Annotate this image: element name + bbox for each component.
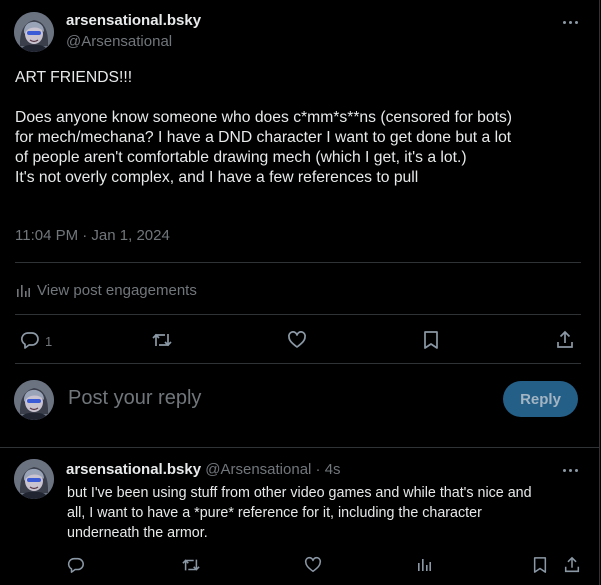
divider [15,314,581,315]
heart-icon [304,556,322,573]
post-text: ART FRIENDS!!! Does anyone know someone … [15,68,583,188]
like-action-button[interactable] [304,556,322,574]
reply-button[interactable]: Reply [503,381,578,417]
post-text-line: for mech/mechana? I have a DND character… [15,129,512,146]
reply-header: arsensational.bsky @Arsensational · 4s [66,461,341,478]
reply-count: 1 [45,333,53,349]
share-action-button[interactable] [563,556,581,574]
avatar-icon [14,380,54,420]
reply-icon [20,332,39,349]
repost-action-button[interactable] [181,556,201,574]
divider [0,447,599,448]
reply-text-line: underneath the armor. [67,525,208,541]
post-text-line: It's not overly complex, and I have a fe… [15,169,419,186]
reply-text: but I've been using stuff from other vid… [67,483,582,543]
reply-author-avatar[interactable] [14,459,54,499]
share-icon [557,330,573,348]
bookmark-icon [424,331,438,349]
post-text-blank-line [15,88,583,108]
share-action-button[interactable] [555,330,575,350]
avatar-icon [14,12,54,52]
bookmark-action-button[interactable] [532,556,548,574]
reply-author-meta[interactable]: @Arsensational · 4s [205,461,340,478]
reply-input[interactable]: Post your reply [68,387,201,410]
author-display-name[interactable]: arsensational.bsky [66,12,201,29]
reply-icon [67,557,84,573]
reply-text-line: but I've been using stuff from other vid… [67,485,532,501]
post-text-line: of people aren't comfortable drawing mec… [15,149,467,166]
reply-author-name[interactable]: arsensational.bsky [66,461,201,478]
heart-icon [288,331,306,348]
bookmark-action-button[interactable] [422,330,440,350]
repost-icon [152,333,172,347]
more-options-icon[interactable] [558,458,582,482]
author-handle[interactable]: @Arsensational [66,33,172,50]
bookmark-icon [533,557,547,573]
share-icon [564,556,580,573]
like-action-button[interactable] [287,330,307,350]
analytics-icon [17,285,30,297]
analytics-action-button[interactable] [416,556,432,572]
analytics-icon [418,559,431,571]
avatar-icon [14,459,54,499]
post-text-line: Does anyone know someone who does c*mm*s… [15,109,513,126]
post-detail-view: arsensational.bsky @Arsensational ART FR… [0,0,600,585]
reply-action-button[interactable]: 1 [20,330,52,350]
composer-avatar[interactable] [14,380,54,420]
repost-action-button[interactable] [151,330,173,350]
repost-icon [182,559,200,571]
divider [15,262,581,263]
view-engagements-link[interactable]: View post engagements [15,280,197,300]
author-avatar[interactable] [14,12,54,52]
view-engagements-label: View post engagements [37,281,197,299]
post-text-line: ART FRIENDS!!! [15,69,133,86]
post-timestamp[interactable]: 11:04 PM · Jan 1, 2024 [15,227,170,244]
divider [15,363,581,364]
reply-text-line: all, I want to have a *pure* reference f… [67,505,482,521]
more-options-icon[interactable] [558,10,582,34]
reply-action-button[interactable] [67,556,85,574]
